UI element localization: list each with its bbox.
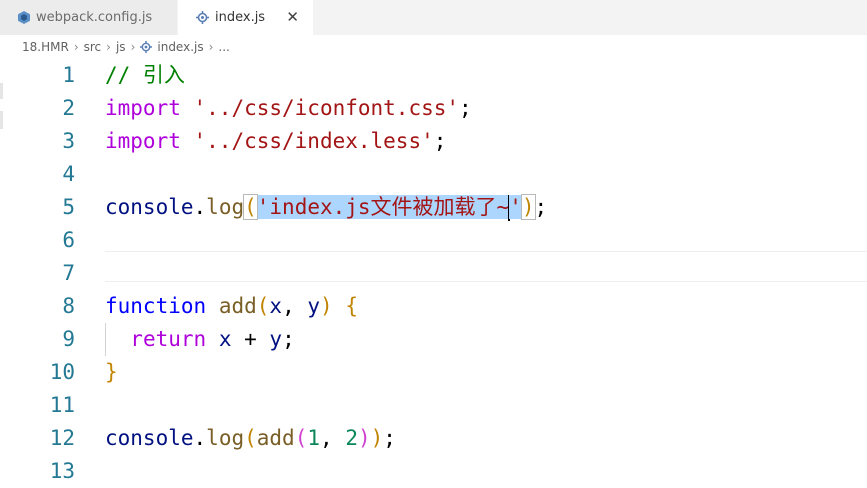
punctuation: ; [282, 327, 295, 351]
breadcrumb: 18.HMR › src › js › index.js › ... [22, 35, 230, 59]
bracket: ) [320, 294, 333, 318]
code-text: // 引入 [105, 59, 185, 92]
bracket: ( [256, 294, 270, 318]
line-number: 10 [49, 360, 75, 384]
line-number: 3 [62, 129, 75, 153]
line-number: 1 [62, 63, 75, 87]
punctuation: , [282, 294, 308, 318]
identifier: x [218, 327, 232, 351]
keyword: import [105, 96, 181, 120]
code-text: console.log('index.js文件被加载了~'); [105, 191, 547, 224]
comment: // 引入 [105, 63, 185, 87]
breadcrumb-item-js[interactable]: js [116, 40, 126, 54]
function-name: log [206, 426, 245, 450]
keyword: function [105, 294, 207, 318]
breadcrumb-item-folder[interactable]: 18.HMR [22, 40, 69, 54]
string: '../css/index.less' [193, 129, 434, 153]
line-number: 7 [62, 261, 75, 285]
code-line[interactable]: 7 [0, 257, 867, 290]
code-text: console.log(add(1, 2)); [105, 422, 396, 455]
code-line[interactable]: 8 function add(x, y) { [0, 290, 867, 323]
breadcrumb-item-symbol[interactable]: ... [218, 40, 229, 54]
gear-file-icon [140, 41, 153, 53]
identifier: y [269, 327, 283, 351]
code-text: function add(x, y) { [105, 290, 358, 323]
chevron-right-icon: › [106, 40, 111, 54]
gear-file-icon [196, 11, 209, 24]
code-line[interactable]: 2 import '../css/iconfont.css'; [0, 92, 867, 125]
breadcrumb-item-src[interactable]: src [84, 40, 102, 54]
tab-label: index.js [215, 10, 266, 25]
string-quote: ' [509, 195, 522, 219]
punctuation: ; [383, 426, 396, 450]
parameter: y [307, 294, 321, 318]
line-number: 9 [62, 327, 75, 351]
chevron-right-icon: › [73, 40, 79, 54]
code-line[interactable]: 10 } [0, 356, 867, 389]
code-text: } [105, 356, 118, 389]
bracket: ( [294, 426, 308, 450]
code-line[interactable]: 4 [0, 158, 867, 191]
code-text: import '../css/iconfont.css'; [105, 92, 472, 125]
tab-index-js[interactable]: index.js ✕ [178, 0, 313, 35]
code-line[interactable]: 9 return x + y; [0, 323, 867, 356]
punctuation: . [193, 426, 207, 450]
line-number: 11 [49, 393, 75, 417]
chevron-right-icon: › [208, 40, 214, 54]
code-line[interactable]: 3 import '../css/index.less'; [0, 125, 867, 158]
function-name: add [218, 294, 257, 318]
number: 1 [307, 426, 321, 450]
selected-string: 'index.js文件被加载了~ [256, 195, 510, 219]
code-line[interactable]: 5 console.log('index.js文件被加载了~'); [0, 191, 867, 224]
punctuation: , [320, 426, 346, 450]
punctuation: ; [534, 195, 548, 219]
code-editor[interactable]: 1 // 引入 2 import '../css/iconfont.css'; … [0, 59, 867, 483]
line-number: 12 [49, 426, 75, 450]
punctuation: ; [433, 129, 447, 153]
code-line[interactable]: 1 // 引入 [0, 59, 867, 92]
punctuation: ; [459, 96, 472, 120]
breadcrumb-file-label: index.js [157, 40, 204, 54]
chevron-right-icon: › [130, 40, 136, 54]
bracket: ) [520, 194, 536, 220]
function-name: add [256, 426, 295, 450]
keyword: import [105, 129, 181, 153]
bracket: ( [243, 194, 258, 220]
close-icon[interactable]: ✕ [286, 8, 299, 26]
code-line[interactable]: 11 [0, 389, 867, 422]
brace: { [345, 294, 358, 318]
bracket: ( [244, 426, 257, 450]
line-number: 8 [62, 294, 75, 318]
number: 2 [345, 426, 358, 450]
parameter: x [269, 294, 283, 318]
line-number: 2 [62, 96, 75, 120]
line-number: 5 [62, 195, 75, 219]
identifier: console [105, 195, 194, 219]
code-line[interactable]: 6 [0, 224, 867, 257]
identifier: console [105, 426, 194, 450]
code-text: return x + y; [105, 323, 295, 356]
bracket: ) [357, 426, 371, 450]
tab-webpack-config[interactable]: webpack.config.js [0, 0, 178, 35]
breadcrumb-item-file[interactable]: index.js [140, 40, 204, 54]
line-number: 4 [62, 162, 75, 186]
webpack-cube-icon [18, 11, 30, 24]
punctuation: . [193, 195, 207, 219]
brace: } [105, 360, 118, 384]
tab-label: webpack.config.js [36, 10, 153, 25]
line-number: 6 [62, 228, 75, 252]
keyword: return [130, 327, 207, 351]
function-name: log [206, 195, 245, 219]
code-line[interactable]: 12 console.log(add(1, 2)); [0, 422, 867, 455]
code-text: import '../css/index.less'; [105, 125, 446, 158]
bracket: ) [370, 426, 384, 450]
operator: + [231, 327, 270, 351]
tab-bar: webpack.config.js index.js ✕ [0, 0, 867, 35]
string: '../css/iconfont.css' [193, 96, 460, 120]
